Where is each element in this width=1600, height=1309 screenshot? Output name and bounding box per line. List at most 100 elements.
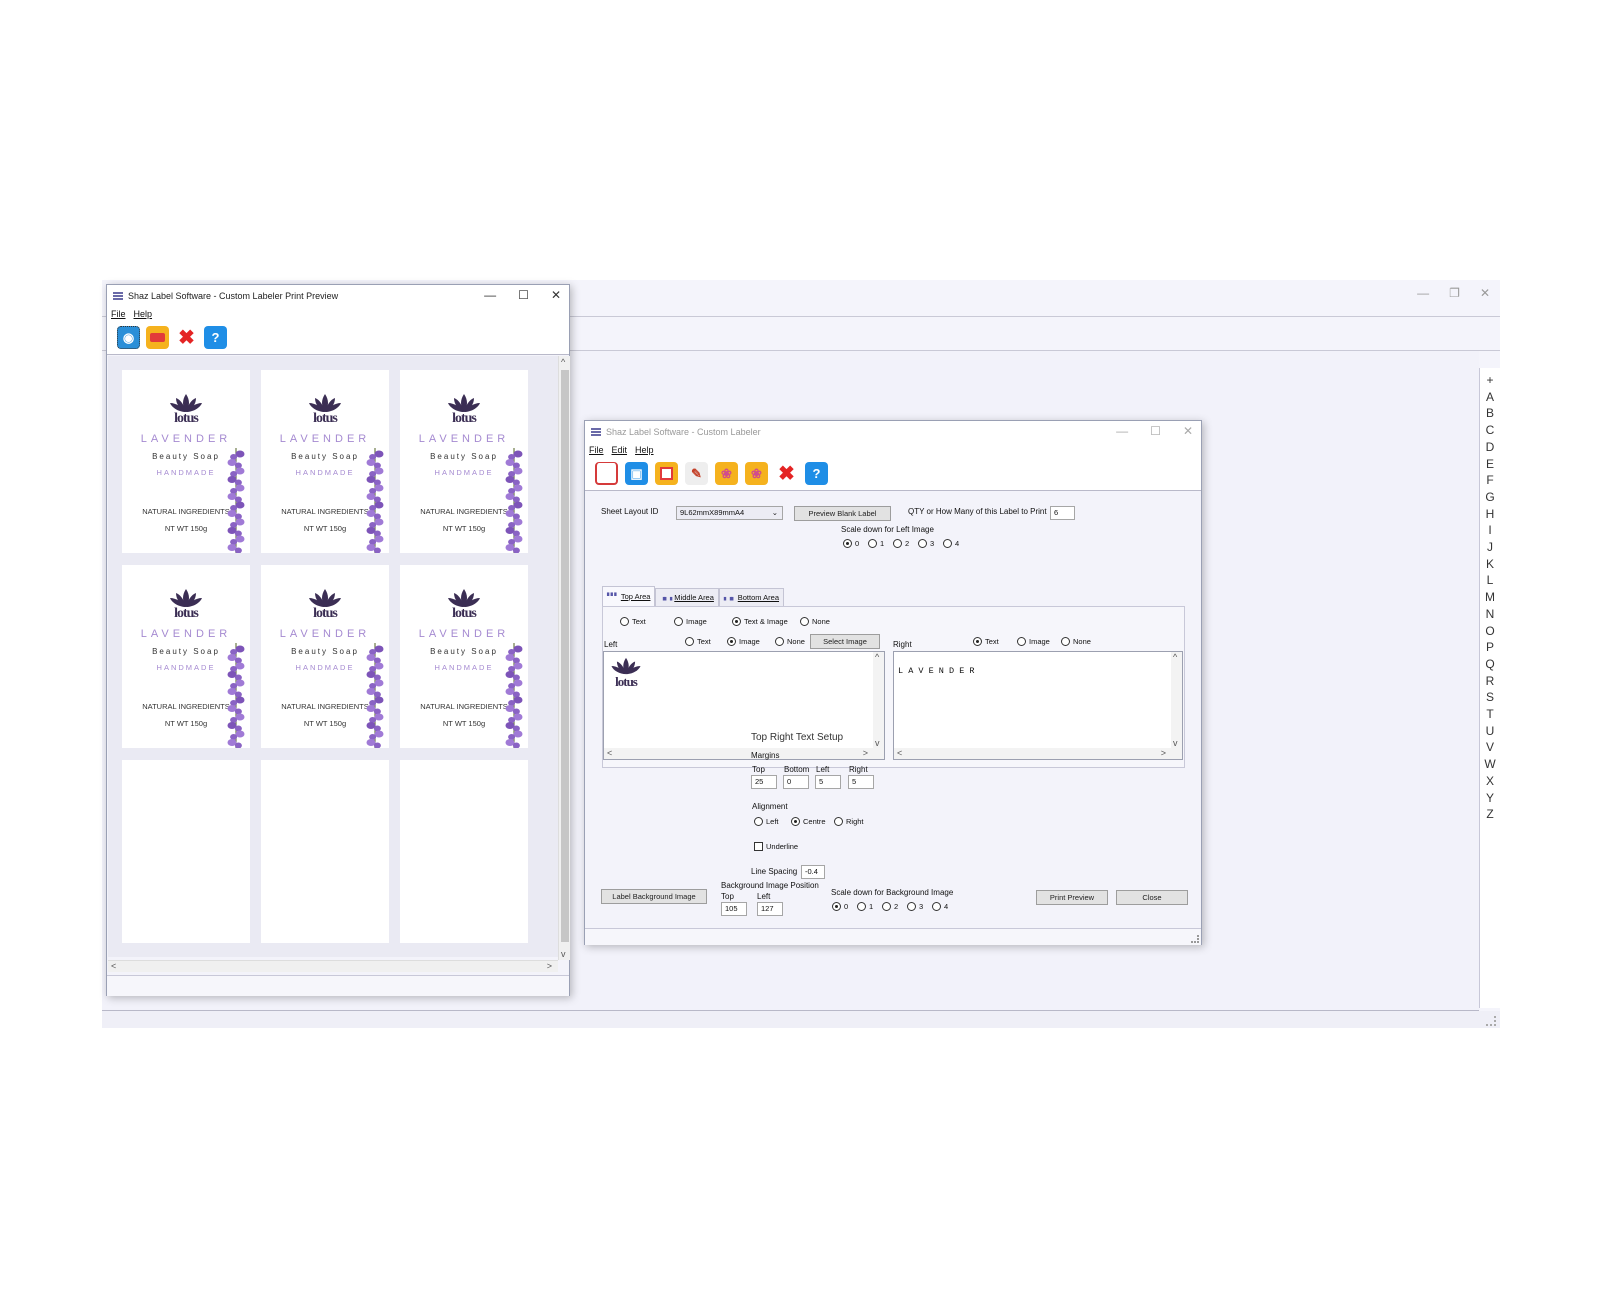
- vertical-scrollbar[interactable]: ^ v: [873, 652, 884, 759]
- alphabet-index-item[interactable]: U: [1486, 723, 1495, 740]
- tab-bottom-area[interactable]: ▖▗▖ Bottom Area: [718, 588, 785, 606]
- alphabet-index-item[interactable]: B: [1486, 405, 1494, 422]
- left-mode-radio[interactable]: Text: [685, 637, 711, 646]
- alphabet-index-item[interactable]: W: [1484, 756, 1495, 773]
- alphabet-index-item[interactable]: T: [1486, 706, 1493, 723]
- close-icon[interactable]: ✕: [551, 288, 561, 302]
- scroll-right-icon[interactable]: >: [863, 748, 868, 758]
- restore-icon[interactable]: ❐: [1449, 286, 1460, 300]
- scroll-left-icon[interactable]: <: [607, 748, 612, 758]
- maximize-icon[interactable]: ☐: [1150, 424, 1161, 438]
- scroll-up-icon[interactable]: ^: [1173, 652, 1177, 662]
- alphabet-index-item[interactable]: H: [1486, 506, 1495, 523]
- alphabet-index-item[interactable]: A: [1486, 389, 1494, 406]
- alphabet-index-item[interactable]: J: [1487, 539, 1493, 556]
- scale-left-radio[interactable]: 2: [893, 539, 909, 548]
- edit-brush-icon[interactable]: ✎: [685, 462, 708, 485]
- scroll-left-icon[interactable]: <: [897, 748, 902, 758]
- scale-left-radio[interactable]: 3: [918, 539, 934, 548]
- alphabet-index-item[interactable]: K: [1486, 556, 1494, 573]
- remove-image-icon[interactable]: ❀: [745, 462, 768, 485]
- margin-top-input[interactable]: 25: [751, 775, 777, 789]
- alphabet-index-item[interactable]: G: [1485, 489, 1494, 506]
- right-mode-radio[interactable]: Image: [1017, 637, 1050, 646]
- alphabet-index-item[interactable]: Q: [1485, 656, 1494, 673]
- scroll-up-icon[interactable]: ^: [561, 357, 565, 367]
- alphabet-index-item[interactable]: S: [1486, 689, 1494, 706]
- print-preview-button[interactable]: Print Preview: [1036, 890, 1108, 905]
- select-image-button[interactable]: Select Image: [810, 634, 880, 649]
- right-mode-radio[interactable]: None: [1061, 637, 1091, 646]
- alphabet-index-item[interactable]: C: [1486, 422, 1495, 439]
- flower-image-icon[interactable]: ❀: [715, 462, 738, 485]
- tab-top-area[interactable]: ▘▘▘ Top Area: [602, 586, 656, 606]
- menu-help[interactable]: Help: [635, 445, 654, 455]
- resize-grip-icon[interactable]: [1191, 935, 1199, 943]
- alphabet-index-item[interactable]: V: [1486, 739, 1494, 756]
- alignment-radio[interactable]: Left: [754, 817, 779, 826]
- alphabet-index-item[interactable]: P: [1486, 639, 1494, 656]
- scrollbar-thumb[interactable]: [561, 370, 569, 942]
- horizontal-scrollbar[interactable]: < >: [604, 748, 884, 759]
- preview-blank-label-button[interactable]: Preview Blank Label: [794, 506, 891, 521]
- horizontal-scrollbar[interactable]: < >: [894, 748, 1182, 759]
- scale-left-radio[interactable]: 0: [843, 539, 859, 548]
- scroll-down-icon[interactable]: v: [875, 738, 880, 748]
- left-content-box[interactable]: lotus ^ v < >: [603, 651, 885, 760]
- horizontal-scrollbar[interactable]: < >: [108, 960, 558, 972]
- minimize-icon[interactable]: —: [1417, 286, 1429, 300]
- alphabet-index-item[interactable]: O: [1485, 623, 1494, 640]
- vertical-scrollbar[interactable]: ^ v: [558, 356, 570, 960]
- bg-scale-radio[interactable]: 4: [932, 902, 948, 911]
- resize-grip-icon[interactable]: [1486, 1016, 1496, 1026]
- tab-middle-area[interactable]: ▗▖▗ Middle Area: [655, 588, 719, 606]
- bg-left-input[interactable]: 127: [757, 902, 783, 916]
- close-icon[interactable]: ✕: [1183, 424, 1193, 438]
- alphabet-index-item[interactable]: +: [1486, 372, 1493, 389]
- close-button[interactable]: Close: [1116, 890, 1188, 905]
- alphabet-index-item[interactable]: Y: [1486, 790, 1494, 807]
- bg-scale-radio[interactable]: 2: [882, 902, 898, 911]
- right-content-box[interactable]: L A V E N D E R ^ v < >: [893, 651, 1183, 760]
- bg-scale-radio[interactable]: 0: [832, 902, 848, 911]
- area-mode-radio[interactable]: Image: [674, 617, 707, 626]
- alphabet-index-item[interactable]: L: [1487, 572, 1494, 589]
- new-label-icon[interactable]: [595, 462, 618, 485]
- left-mode-radio[interactable]: Image: [727, 637, 760, 646]
- menu-help[interactable]: Help: [134, 309, 153, 319]
- globe-icon[interactable]: ◉: [117, 326, 140, 349]
- area-mode-radio[interactable]: None: [800, 617, 830, 626]
- bg-scale-radio[interactable]: 3: [907, 902, 923, 911]
- bg-scale-radio[interactable]: 1: [857, 902, 873, 911]
- vertical-scrollbar[interactable]: ^ v: [1171, 652, 1182, 759]
- open-label-icon[interactable]: ▣: [625, 462, 648, 485]
- help-icon[interactable]: ?: [204, 326, 227, 349]
- alphabet-index-item[interactable]: D: [1486, 439, 1495, 456]
- alphabet-index-item[interactable]: F: [1486, 472, 1493, 489]
- scroll-right-icon[interactable]: >: [1161, 748, 1166, 758]
- sheet-layout-select[interactable]: 9L62mmX89mmA4 ⌄: [676, 506, 783, 520]
- scroll-down-icon[interactable]: v: [1173, 738, 1178, 748]
- margin-bottom-input[interactable]: 0: [783, 775, 809, 789]
- close-x-icon[interactable]: ✖: [775, 462, 798, 485]
- menu-file[interactable]: File: [111, 309, 126, 319]
- alphabet-index-item[interactable]: R: [1486, 673, 1495, 690]
- scale-left-radio[interactable]: 1: [868, 539, 884, 548]
- right-mode-radio[interactable]: Text: [973, 637, 999, 646]
- label-background-image-button[interactable]: Label Background Image: [601, 889, 707, 904]
- bg-top-input[interactable]: 105: [721, 902, 747, 916]
- qty-input[interactable]: 6: [1050, 506, 1075, 520]
- underline-checkbox[interactable]: Underline: [754, 842, 798, 851]
- alphabet-index-item[interactable]: E: [1486, 456, 1494, 473]
- margin-left-input[interactable]: 5: [815, 775, 841, 789]
- menu-file[interactable]: File: [589, 445, 604, 455]
- margin-right-input[interactable]: 5: [848, 775, 874, 789]
- print-icon[interactable]: [146, 326, 169, 349]
- line-spacing-input[interactable]: -0.4: [801, 865, 825, 879]
- scroll-down-icon[interactable]: v: [561, 949, 566, 959]
- save-label-icon[interactable]: [655, 462, 678, 485]
- help-icon[interactable]: ?: [805, 462, 828, 485]
- close-x-icon[interactable]: ✖: [175, 326, 198, 349]
- minimize-icon[interactable]: —: [1116, 424, 1128, 438]
- scroll-right-icon[interactable]: >: [547, 961, 552, 971]
